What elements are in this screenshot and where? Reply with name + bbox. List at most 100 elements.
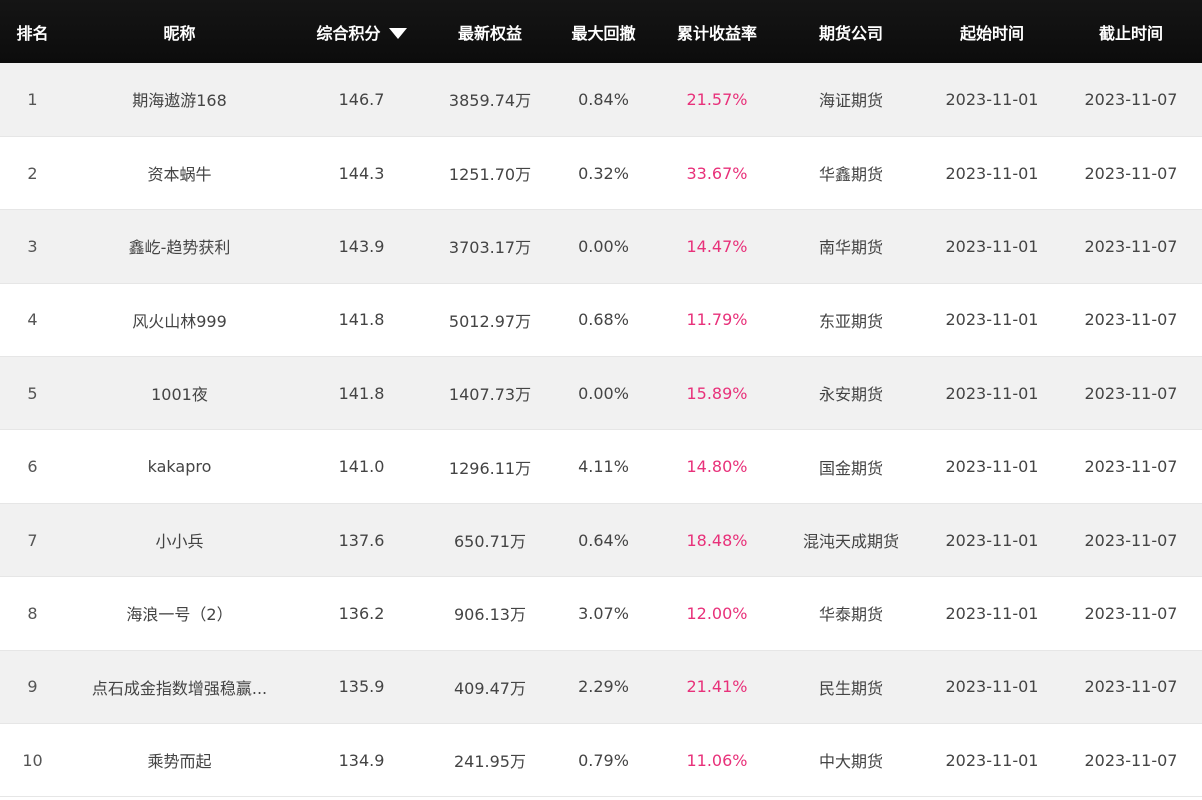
table-row[interactable]: 9 点石成金指数增强稳赢... 135.9 409.47万 2.29% 21.41% 民生期… bbox=[0, 650, 1202, 725]
return-cell: 21.41% bbox=[656, 650, 778, 725]
nickname-cell[interactable]: kakapro bbox=[65, 429, 294, 504]
header-score[interactable]: 综合积分 bbox=[294, 0, 429, 63]
score-cell: 134.9 bbox=[294, 723, 429, 798]
return-cell: 33.67% bbox=[656, 136, 778, 211]
header-score-label: 综合积分 bbox=[316, 23, 381, 43]
return-cell: 15.89% bbox=[656, 356, 778, 431]
rank-cell: 5 bbox=[0, 356, 65, 431]
header-start[interactable]: 起始时间 bbox=[924, 0, 1060, 63]
equity-cell: 241.95万 bbox=[429, 723, 551, 798]
return-cell: 18.48% bbox=[656, 503, 778, 578]
equity-cell: 3703.17万 bbox=[429, 209, 551, 284]
nickname-cell[interactable]: 风火山林999 bbox=[65, 283, 294, 358]
table-row[interactable]: 3 鑫屹-趋势获利 143.9 3703.17万 0.00% 14.47% 南华期货 2023… bbox=[0, 209, 1202, 284]
company-cell: 中大期货 bbox=[778, 723, 924, 798]
drawdown-cell: 0.68% bbox=[551, 283, 656, 358]
end-date-cell: 2023-11-07 bbox=[1060, 136, 1202, 211]
table-body: 1 期海遨游168 146.7 3859.74万 0.84% 21.57% 海证期货 2023… bbox=[0, 63, 1202, 798]
company-cell: 华鑫期货 bbox=[778, 136, 924, 211]
header-end[interactable]: 截止时间 bbox=[1060, 0, 1202, 63]
ranking-table: 排名 昵称 综合积分 最新权益 最大回撤 累计收益率 期货公司 起始时间 截止时… bbox=[0, 0, 1202, 798]
table-header: 排名 昵称 综合积分 最新权益 最大回撤 累计收益率 期货公司 起始时间 截止时… bbox=[0, 0, 1202, 63]
rank-cell: 7 bbox=[0, 503, 65, 578]
rank-cell: 10 bbox=[0, 723, 65, 798]
table-row[interactable]: 1 期海遨游168 146.7 3859.74万 0.84% 21.57% 海证期货 2023… bbox=[0, 63, 1202, 137]
drawdown-cell: 0.00% bbox=[551, 356, 656, 431]
start-date-cell: 2023-11-01 bbox=[924, 283, 1060, 358]
header-drawdown[interactable]: 最大回撤 bbox=[551, 0, 656, 63]
company-cell: 华泰期货 bbox=[778, 576, 924, 651]
company-cell: 东亚期货 bbox=[778, 283, 924, 358]
company-cell: 民生期货 bbox=[778, 650, 924, 725]
rank-cell: 1 bbox=[0, 63, 65, 137]
start-date-cell: 2023-11-01 bbox=[924, 136, 1060, 211]
table-row[interactable]: 5 1001夜 141.8 1407.73万 0.00% 15.89% 永安期货 2023-1… bbox=[0, 356, 1202, 431]
nickname-cell[interactable]: 乘势而起 bbox=[65, 723, 294, 798]
start-date-cell: 2023-11-01 bbox=[924, 503, 1060, 578]
return-cell: 21.57% bbox=[656, 63, 778, 137]
nickname-cell[interactable]: 资本蜗牛 bbox=[65, 136, 294, 211]
equity-cell: 1296.11万 bbox=[429, 429, 551, 504]
equity-cell: 906.13万 bbox=[429, 576, 551, 651]
return-cell: 14.47% bbox=[656, 209, 778, 284]
drawdown-cell: 0.00% bbox=[551, 209, 656, 284]
nickname-cell[interactable]: 期海遨游168 bbox=[65, 63, 294, 137]
return-cell: 12.00% bbox=[656, 576, 778, 651]
return-cell: 11.06% bbox=[656, 723, 778, 798]
table-row[interactable]: 6 kakapro 141.0 1296.11万 4.11% 14.80% 国金期货 2023… bbox=[0, 429, 1202, 504]
company-cell: 南华期货 bbox=[778, 209, 924, 284]
end-date-cell: 2023-11-07 bbox=[1060, 209, 1202, 284]
company-cell: 混沌天成期货 bbox=[778, 503, 924, 578]
end-date-cell: 2023-11-07 bbox=[1060, 63, 1202, 137]
rank-cell: 6 bbox=[0, 429, 65, 504]
end-date-cell: 2023-11-07 bbox=[1060, 576, 1202, 651]
caret-down-icon[interactable] bbox=[388, 27, 407, 39]
equity-cell: 1251.70万 bbox=[429, 136, 551, 211]
score-cell: 137.6 bbox=[294, 503, 429, 578]
company-cell: 海证期货 bbox=[778, 63, 924, 137]
nickname-cell[interactable]: 海浪一号（2） bbox=[65, 576, 294, 651]
header-row: 排名 昵称 综合积分 最新权益 最大回撤 累计收益率 期货公司 起始时间 截止时… bbox=[0, 0, 1202, 63]
header-return[interactable]: 累计收益率 bbox=[656, 0, 778, 63]
table-row[interactable]: 10 乘势而起 134.9 241.95万 0.79% 11.06% 中大期货 2023-11… bbox=[0, 723, 1202, 798]
nickname-cell[interactable]: 小小兵 bbox=[65, 503, 294, 578]
end-date-cell: 2023-11-07 bbox=[1060, 356, 1202, 431]
score-cell: 146.7 bbox=[294, 63, 429, 137]
drawdown-cell: 4.11% bbox=[551, 429, 656, 504]
score-cell: 144.3 bbox=[294, 136, 429, 211]
table-row[interactable]: 2 资本蜗牛 144.3 1251.70万 0.32% 33.67% 华鑫期货 2023-11… bbox=[0, 136, 1202, 211]
end-date-cell: 2023-11-07 bbox=[1060, 650, 1202, 725]
header-nickname[interactable]: 昵称 bbox=[65, 0, 294, 63]
return-cell: 11.79% bbox=[656, 283, 778, 358]
header-rank[interactable]: 排名 bbox=[0, 0, 65, 63]
end-date-cell: 2023-11-07 bbox=[1060, 283, 1202, 358]
end-date-cell: 2023-11-07 bbox=[1060, 503, 1202, 578]
start-date-cell: 2023-11-01 bbox=[924, 429, 1060, 504]
end-date-cell: 2023-11-07 bbox=[1060, 429, 1202, 504]
end-date-cell: 2023-11-07 bbox=[1060, 723, 1202, 798]
table-row[interactable]: 4 风火山林999 141.8 5012.97万 0.68% 11.79% 东亚期货 2023… bbox=[0, 283, 1202, 358]
rank-cell: 4 bbox=[0, 283, 65, 358]
equity-cell: 1407.73万 bbox=[429, 356, 551, 431]
equity-cell: 3859.74万 bbox=[429, 63, 551, 137]
return-cell: 14.80% bbox=[656, 429, 778, 504]
nickname-cell[interactable]: 点石成金指数增强稳赢... bbox=[65, 650, 294, 725]
table-row[interactable]: 7 小小兵 137.6 650.71万 0.64% 18.48% 混沌天成期货 2023-11… bbox=[0, 503, 1202, 578]
table-row[interactable]: 8 海浪一号（2） 136.2 906.13万 3.07% 12.00% 华泰期货 2023-… bbox=[0, 576, 1202, 651]
header-equity[interactable]: 最新权益 bbox=[429, 0, 551, 63]
equity-cell: 409.47万 bbox=[429, 650, 551, 725]
header-company[interactable]: 期货公司 bbox=[778, 0, 924, 63]
rank-cell: 8 bbox=[0, 576, 65, 651]
score-cell: 136.2 bbox=[294, 576, 429, 651]
score-cell: 143.9 bbox=[294, 209, 429, 284]
score-cell: 135.9 bbox=[294, 650, 429, 725]
nickname-cell[interactable]: 鑫屹-趋势获利 bbox=[65, 209, 294, 284]
start-date-cell: 2023-11-01 bbox=[924, 650, 1060, 725]
equity-cell: 650.71万 bbox=[429, 503, 551, 578]
nickname-cell[interactable]: 1001夜 bbox=[65, 356, 294, 431]
drawdown-cell: 3.07% bbox=[551, 576, 656, 651]
start-date-cell: 2023-11-01 bbox=[924, 63, 1060, 137]
equity-cell: 5012.97万 bbox=[429, 283, 551, 358]
score-cell: 141.8 bbox=[294, 356, 429, 431]
rank-cell: 3 bbox=[0, 209, 65, 284]
